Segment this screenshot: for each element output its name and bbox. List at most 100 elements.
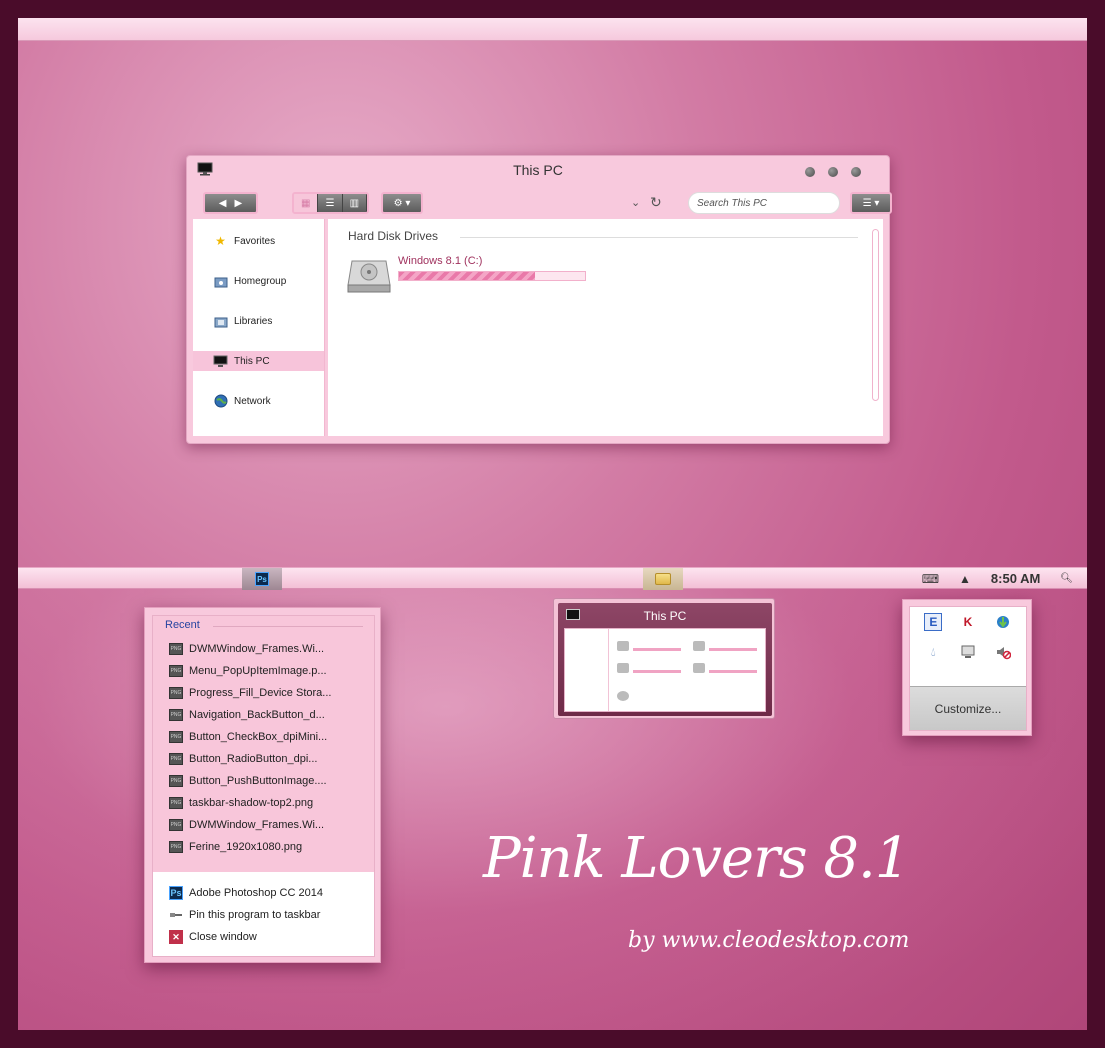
back-arrow-icon[interactable]: ◀ [219, 198, 227, 209]
thumbnail-drive [693, 661, 759, 677]
section-divider [460, 237, 858, 238]
large-icons-view-button[interactable]: ▦ [294, 194, 319, 212]
png-file-icon: PNG [169, 819, 183, 831]
recent-item[interactable]: PNG taskbar-shadow-top2.png [169, 794, 369, 812]
e-app-icon[interactable]: E [924, 613, 943, 631]
nav-item-favorites[interactable]: ★ Favorites [193, 231, 324, 251]
task-label: Pin this program to taskbar [189, 909, 321, 921]
recent-header: Recent [165, 619, 200, 631]
search-icon[interactable]: 🔍︎ [1060, 573, 1073, 584]
vertical-scrollbar[interactable] [872, 229, 879, 401]
kaspersky-icon[interactable]: K [959, 613, 977, 631]
branding-title: Pink Lovers 8.1 [483, 826, 910, 891]
task-open-photoshop[interactable]: Ps Adobe Photoshop CC 2014 [169, 884, 369, 902]
hard-drive-icon [346, 255, 392, 300]
drop-icon[interactable]: 💧︎ [924, 643, 942, 661]
recent-item[interactable]: PNG Navigation_BackButton_d... [169, 706, 369, 724]
drive-label: Windows 8.1 (C:) [398, 255, 483, 267]
computer-icon [213, 354, 228, 369]
search-input[interactable]: Search This PC [688, 192, 840, 214]
columns-view-button[interactable]: ▥ [342, 194, 367, 212]
view-mode-group: ▦ ☰ ▥ [292, 192, 369, 214]
recent-item-label: DWMWindow_Frames.Wi... [189, 643, 325, 655]
recent-item[interactable]: PNG DWMWindow_Frames.Wi... [169, 640, 369, 658]
homegroup-icon [213, 274, 228, 289]
thumbnail-drive [617, 639, 683, 655]
show-hidden-icons-icon[interactable]: ▲ [959, 572, 971, 586]
forward-arrow-icon[interactable]: ▶ [235, 198, 243, 209]
branding-subtitle: by www.cleodesktop.com [628, 928, 910, 953]
tray-icons-grid: E K 💧︎ [916, 613, 1020, 661]
window-title: This PC [513, 162, 563, 178]
png-file-icon: PNG [169, 775, 183, 787]
network-icon[interactable] [959, 643, 977, 661]
recent-item[interactable]: PNG Button_RadioButton_dpi... [169, 750, 369, 768]
recent-item-label: Button_CheckBox_dpiMini... [189, 731, 328, 743]
minimize-button[interactable] [805, 167, 815, 177]
recent-item-label: Menu_PopUpItemImage.p... [189, 665, 327, 677]
globe-icon [213, 394, 228, 409]
drive-item[interactable]: Windows 8.1 (C:) [346, 255, 606, 299]
clock[interactable]: 8:50 AM [991, 571, 1040, 586]
recent-item-label: Button_PushButtonImage.... [189, 775, 327, 787]
recent-item-label: Navigation_BackButton_d... [189, 709, 325, 721]
details-view-button[interactable]: ☰ [318, 194, 343, 212]
refresh-icon[interactable]: ↻ [650, 194, 662, 211]
taskbar: Ps ⌨ ▲ 8:50 AM 🔍︎ [18, 567, 1087, 590]
recent-item[interactable]: PNG Button_PushButtonImage.... [169, 772, 369, 790]
customize-button[interactable]: Customize... [910, 686, 1026, 730]
close-icon: ✕ [169, 930, 183, 944]
nav-item-network[interactable]: Network [193, 391, 324, 411]
recent-item[interactable]: PNG DWMWindow_Frames.Wi... [169, 816, 369, 834]
recent-item[interactable]: PNG Button_CheckBox_dpiMini... [169, 728, 369, 746]
drive-usage-fill [399, 272, 535, 280]
nav-item-libraries[interactable]: Libraries [193, 311, 324, 331]
png-file-icon: PNG [169, 731, 183, 743]
back-forward-buttons[interactable]: ◀ ▶ [203, 192, 258, 214]
close-button[interactable] [851, 167, 861, 177]
keyboard-icon[interactable]: ⌨ [922, 572, 939, 586]
content-pane: Hard Disk Drives Windows 8.1 (C:) [328, 219, 883, 436]
nav-item-homegroup[interactable]: Homegroup [193, 271, 324, 291]
recent-item-label: Ferine_1920x1080.png [189, 841, 303, 853]
download-manager-icon[interactable] [994, 613, 1012, 631]
menu-button[interactable]: ☰ ▾ [850, 192, 892, 214]
photoshop-icon: Ps [169, 886, 183, 900]
recent-item[interactable]: PNG Progress_Fill_Device Stora... [169, 684, 369, 702]
gear-icon: ⚙ ▾ [393, 197, 411, 209]
explorer-window: This PC ◀ ▶ ▦ ☰ ▥ ⚙ ▾ ⌄ ↻ Search This PC [186, 155, 892, 444]
menu-lines-icon: ☰ ▾ [862, 197, 880, 209]
maximize-button[interactable] [828, 167, 838, 177]
window-controls [805, 167, 861, 177]
settings-button[interactable]: ⚙ ▾ [381, 192, 423, 214]
chevron-down-icon[interactable]: ⌄ [631, 196, 640, 209]
system-tray: ⌨ ▲ 8:50 AM 🔍︎ [922, 571, 1073, 586]
thumbnail-drive [617, 661, 683, 677]
file-explorer-icon [655, 573, 671, 585]
nav-item-label: Homegroup [234, 275, 287, 287]
taskbar-photoshop-button[interactable]: Ps [242, 568, 282, 590]
recent-item[interactable]: PNG Ferine_1920x1080.png [169, 838, 369, 856]
libraries-icon [213, 314, 228, 329]
png-file-icon: PNG [169, 841, 183, 853]
volume-muted-icon[interactable] [994, 643, 1012, 661]
nav-item-label: Network [234, 395, 271, 407]
star-icon: ★ [215, 234, 226, 248]
jump-list-panel: Recent PNG DWMWindow_Frames.Wi... PNG Menu… [152, 615, 375, 957]
drive-usage-bar [398, 271, 586, 281]
task-close-window[interactable]: ✕ Close window [169, 928, 369, 946]
recent-item[interactable]: PNG Menu_PopUpItemImage.p... [169, 662, 369, 680]
taskbar-thumbnail[interactable]: This PC [553, 598, 775, 719]
tray-overflow-panel: E K 💧︎ Customize... [909, 606, 1027, 731]
nav-item-this-pc[interactable]: This PC [193, 351, 324, 371]
section-header: Hard Disk Drives [348, 229, 439, 243]
jump-list: Recent PNG DWMWindow_Frames.Wi... PNG Menu… [144, 607, 381, 963]
recent-item-label: DWMWindow_Frames.Wi... [189, 819, 325, 831]
thumbnail-frame: This PC [558, 603, 772, 716]
task-label: Close window [189, 931, 257, 943]
recent-item-label: taskbar-shadow-top2.png [189, 797, 314, 809]
top-bar [18, 18, 1087, 41]
task-pin-program[interactable]: Pin this program to taskbar [169, 906, 369, 924]
taskbar-explorer-button[interactable] [643, 568, 683, 590]
pin-icon [169, 908, 183, 922]
